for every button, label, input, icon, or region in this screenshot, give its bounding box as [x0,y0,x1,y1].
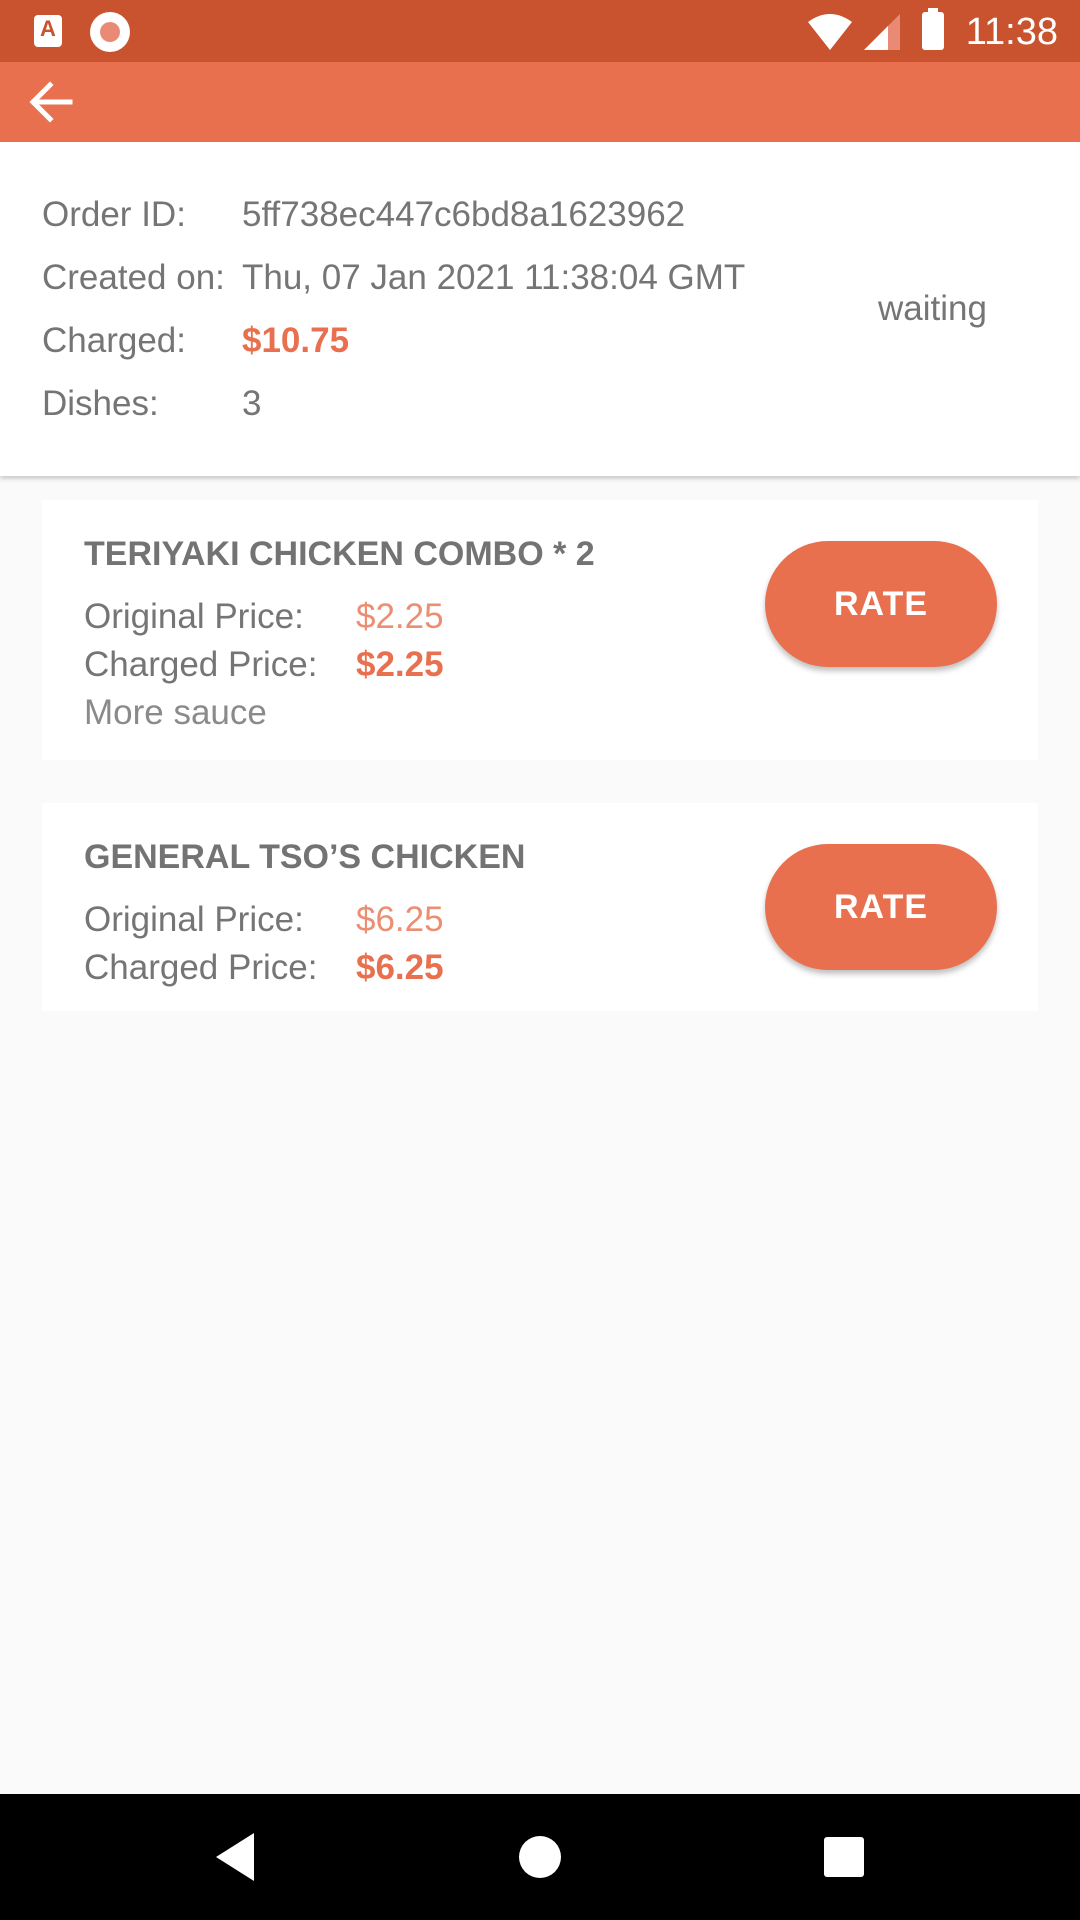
battery-icon [922,8,944,50]
charged-total-value: $10.75 [242,321,350,360]
order-status: waiting [878,289,987,328]
original-price-value: $2.25 [356,597,444,636]
charged-price-value: $6.25 [356,948,444,987]
dish-card: GENERAL TSO’S CHICKEN Original Price: $6… [42,803,1038,1011]
wifi-icon [808,14,852,50]
signal-icon [864,14,900,50]
dish-note: More sauce [84,693,267,732]
arrow-left-icon[interactable] [22,72,82,132]
charged-price-label: Charged Price: [84,948,318,987]
order-id-label: Order ID: [42,195,186,234]
nav-back-icon[interactable] [206,1827,266,1887]
dish-name: TERIYAKI CHICKEN COMBO * 2 [84,535,595,573]
charged-price-label: Charged Price: [84,645,318,684]
original-price-label: Original Price: [84,900,304,939]
dishes-count-value: 3 [242,384,262,423]
order-id-value: 5ff738ec447c6bd8a1623962 [242,195,686,234]
app-a-icon: A [34,15,62,47]
created-on-value: Thu, 07 Jan 2021 11:38:04 GMT [242,258,746,297]
charged-label: Charged: [42,321,186,360]
original-price-label: Original Price: [84,597,304,636]
dish-name: GENERAL TSO’S CHICKEN [84,838,526,876]
dishes-label: Dishes: [42,384,159,423]
order-summary-card: Order ID: 5ff738ec447c6bd8a1623962 Creat… [0,142,1080,476]
nav-home-icon[interactable] [510,1827,570,1887]
charged-price-value: $2.25 [356,645,444,684]
original-price-value: $6.25 [356,900,444,939]
system-nav-bar [0,1794,1080,1920]
app-bar [0,62,1080,142]
rate-button[interactable]: RATE [765,844,997,970]
created-on-label: Created on: [42,258,225,297]
nav-recents-icon[interactable] [814,1827,874,1887]
status-bar: A 11:38 [0,0,1080,62]
status-clock: 11:38 [965,11,1058,53]
dish-card: TERIYAKI CHICKEN COMBO * 2 Original Pric… [42,500,1038,760]
rate-button[interactable]: RATE [765,541,997,667]
record-icon [90,12,130,52]
